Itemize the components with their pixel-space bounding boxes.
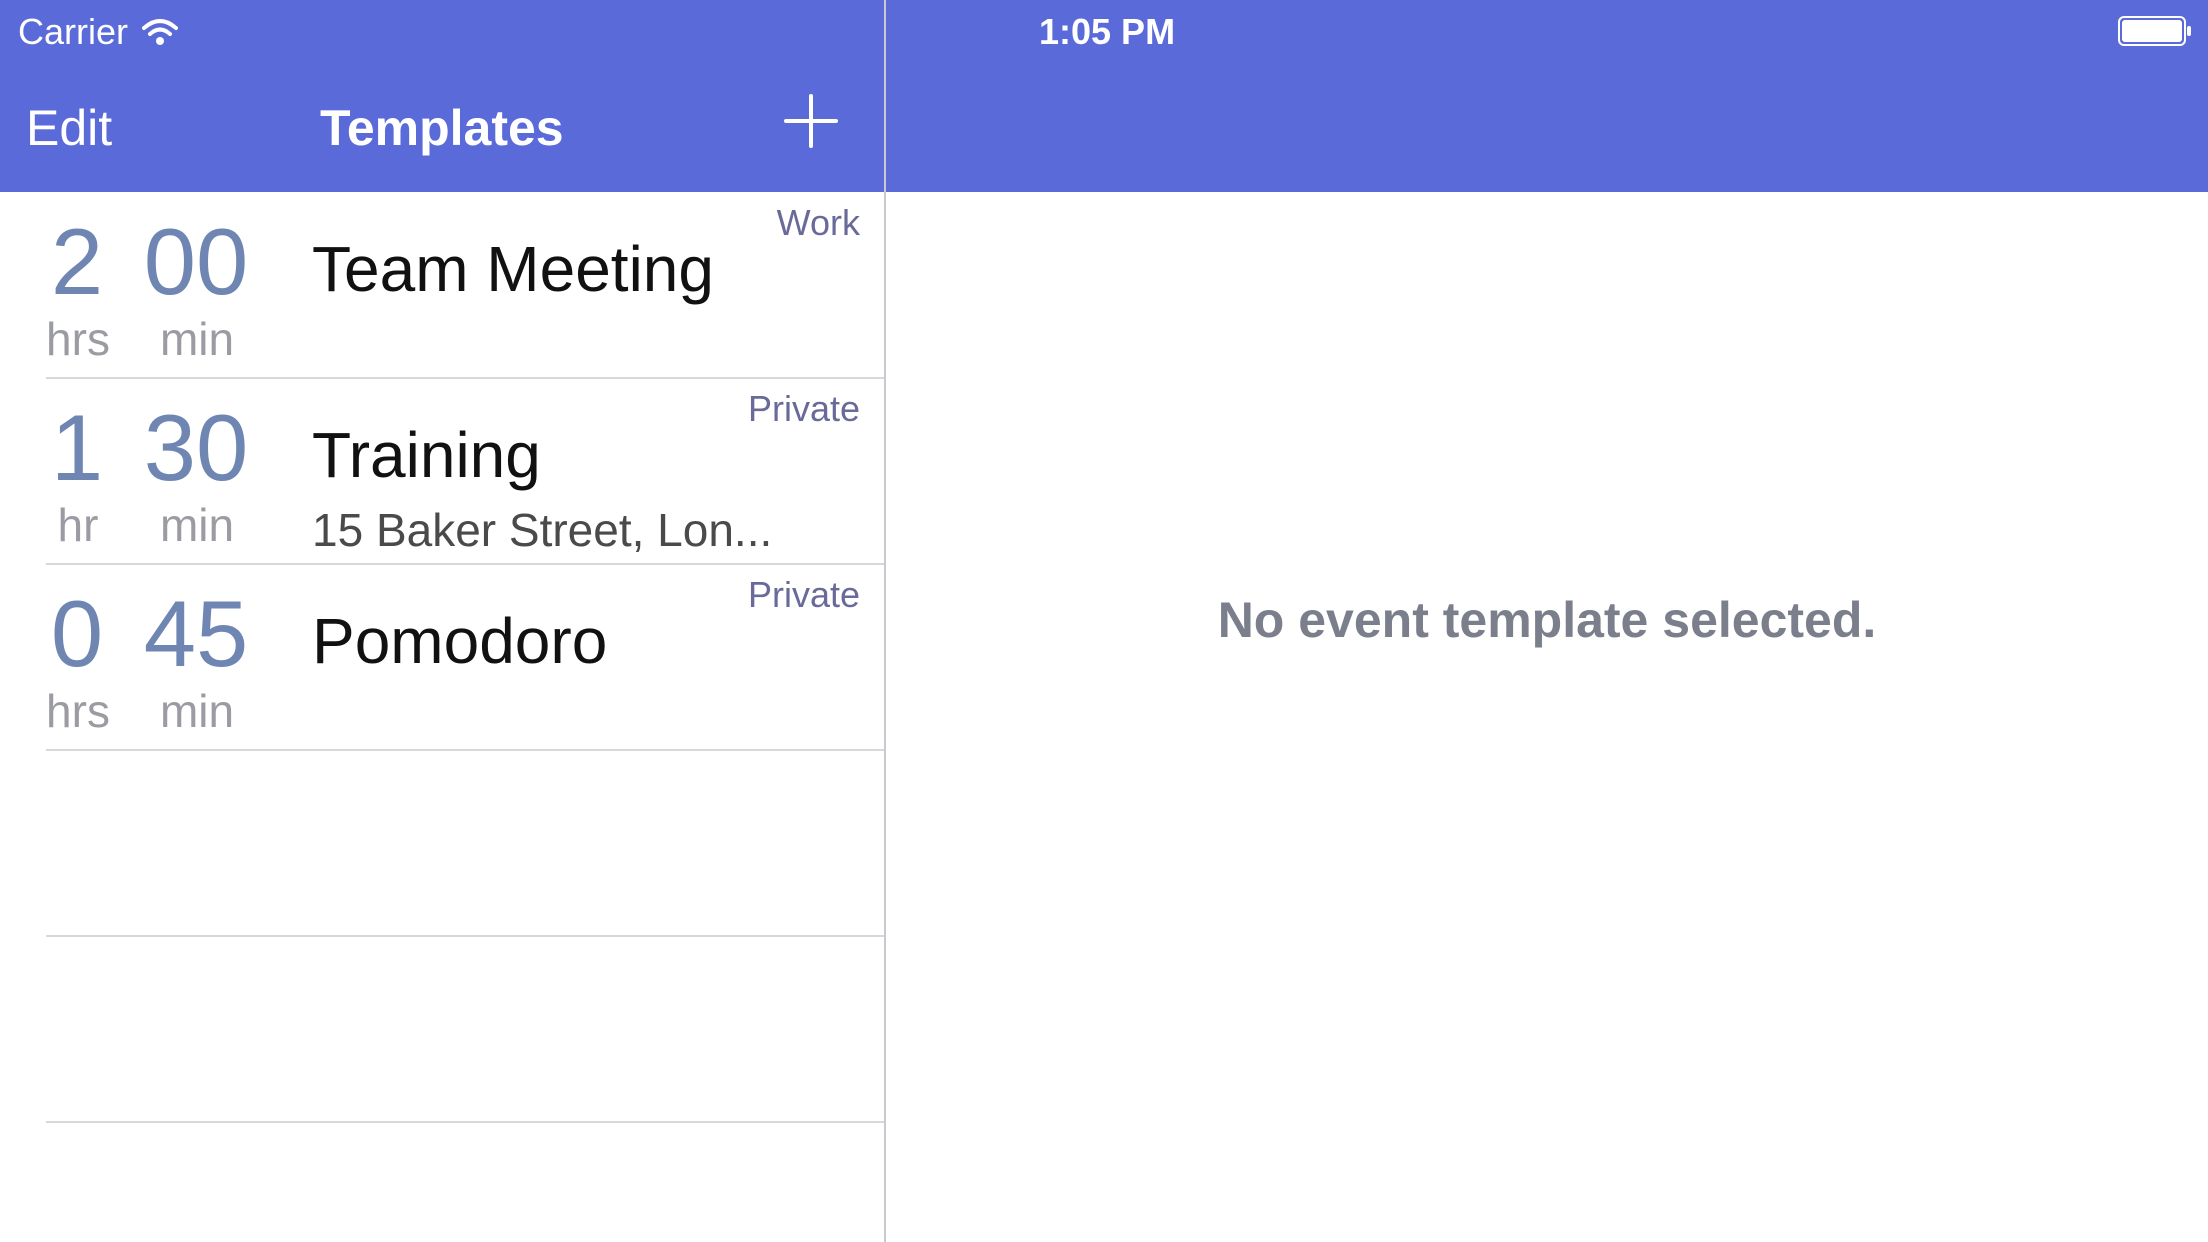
status-bar-time: 1:05 PM <box>1039 11 1176 52</box>
row-divider <box>46 749 884 751</box>
duration-minutes-unit: min <box>159 499 235 551</box>
battery-icon <box>2118 16 2191 46</box>
duration-hours-unit: hrs <box>46 685 110 737</box>
calendar-label: Private <box>747 388 860 429</box>
plus-icon <box>784 94 838 148</box>
template-title: Team Meeting <box>312 233 714 305</box>
duration-hours-unit: hrs <box>46 313 110 365</box>
row-divider <box>46 935 884 937</box>
duration-minutes-unit: min <box>159 685 235 737</box>
calendar-label: Work <box>776 202 860 243</box>
add-template-button[interactable] <box>782 92 840 150</box>
template-location: 15 Baker Street, Lon... <box>312 504 773 556</box>
template-row[interactable]: 2 00 hrs min Team Meeting Work <box>0 192 884 378</box>
page-title: Templates <box>320 100 564 156</box>
duration-minutes-unit: min <box>159 313 235 365</box>
duration-minutes: 45 <box>143 581 249 686</box>
empty-detail-message: No event template selected. <box>1217 592 1877 648</box>
edit-button[interactable]: Edit <box>26 98 112 158</box>
template-row[interactable]: 0 45 hrs min Pomodoro Private <box>0 564 884 750</box>
duration-hours: 2 <box>50 209 104 314</box>
calendar-label: Private <box>747 574 860 615</box>
row-divider <box>46 1121 884 1123</box>
duration-hours: 1 <box>50 395 104 500</box>
duration-hours-unit: hr <box>57 499 99 551</box>
wifi-icon <box>142 19 179 45</box>
duration-hours: 0 <box>50 581 104 686</box>
navigation-bar: Carrier 1:05 PM Edit Templates <box>0 0 2208 192</box>
template-row[interactable]: 1 30 hr min Training 15 Baker Street, Lo… <box>0 378 884 564</box>
template-title: Pomodoro <box>312 605 608 677</box>
template-list: 2 00 hrs min Team Meeting Work 1 30 hr m… <box>0 192 884 1242</box>
duration-minutes: 30 <box>143 395 249 500</box>
template-title: Training <box>312 419 541 491</box>
carrier-label: Carrier <box>18 11 129 52</box>
status-bar-carrier: Carrier <box>18 10 180 54</box>
duration-minutes: 00 <box>143 209 249 314</box>
